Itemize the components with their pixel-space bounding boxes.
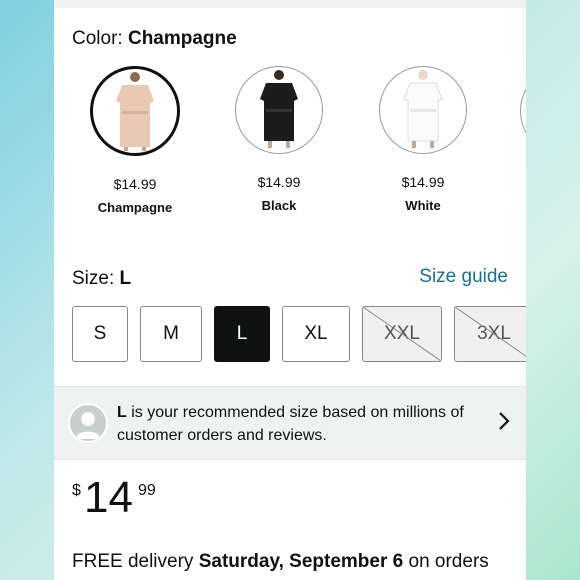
- size-button-l-label: L: [236, 323, 248, 344]
- avatar-icon: [68, 403, 108, 443]
- price-cents: 99: [138, 482, 156, 499]
- delivery-info: FREE delivery Saturday, September 6 on o…: [72, 548, 522, 580]
- swatch-champagne-price: $14.99: [113, 176, 157, 192]
- size-button-xxl[interactable]: XXL: [362, 306, 442, 362]
- product-options-panel: Color: Champagne $14.99 Champagne $14.99…: [54, 0, 526, 580]
- swatch-white-image: [379, 66, 467, 154]
- color-label-prefix: Color:: [72, 28, 128, 49]
- selected-size-value: L: [119, 268, 132, 289]
- size-button-m[interactable]: M: [140, 306, 202, 362]
- swatch-champagne-name: Champagne: [97, 200, 173, 215]
- size-recommendation-banner[interactable]: L is your recommended size based on mill…: [54, 386, 526, 460]
- size-button-xl[interactable]: XL: [282, 306, 350, 362]
- swatch-black-price: $14.99: [257, 174, 301, 190]
- swatch-champagne-image: [90, 66, 180, 156]
- swatch-white-price: $14.99: [401, 174, 445, 190]
- size-button-l[interactable]: L: [214, 306, 270, 362]
- swatch-champagne[interactable]: $14.99 Champagne: [70, 66, 200, 215]
- price-whole: 14: [84, 473, 133, 522]
- recommended-size: L: [117, 404, 127, 421]
- recommendation-text: L is your recommended size based on mill…: [117, 401, 497, 447]
- size-button-m-label: M: [163, 323, 179, 344]
- color-label: Color: Champagne: [72, 28, 237, 50]
- swatch-black-name: Black: [261, 198, 297, 213]
- swatch-black[interactable]: $14.99 Black: [214, 66, 344, 213]
- price-currency-symbol: $: [72, 482, 81, 499]
- size-button-s[interactable]: S: [72, 306, 128, 362]
- top-divider: [54, 0, 526, 8]
- size-guide-link[interactable]: Size guide: [419, 266, 508, 288]
- size-button-s-label: S: [93, 323, 107, 344]
- delivery-prefix: FREE delivery: [72, 551, 199, 572]
- swatch-white-name: White: [405, 198, 441, 213]
- swatch-black-image: [235, 66, 323, 154]
- unavailable-slash-icon: [363, 307, 441, 361]
- recommendation-message: is your recommended size based on millio…: [117, 404, 464, 444]
- chevron-right-icon: [499, 412, 510, 430]
- selected-color-name: Champagne: [127, 28, 237, 49]
- swatch-white[interactable]: $14.99 White: [358, 66, 488, 213]
- size-button-xl-label: XL: [304, 323, 328, 344]
- size-label-prefix: Size:: [72, 268, 120, 289]
- size-button-3xl[interactable]: 3XL: [454, 306, 526, 362]
- swatch-more-partial[interactable]: [520, 66, 526, 156]
- unavailable-slash-icon: [455, 307, 526, 357]
- delivery-date: Saturday, September 6: [198, 551, 404, 572]
- size-label: Size: L: [72, 268, 131, 290]
